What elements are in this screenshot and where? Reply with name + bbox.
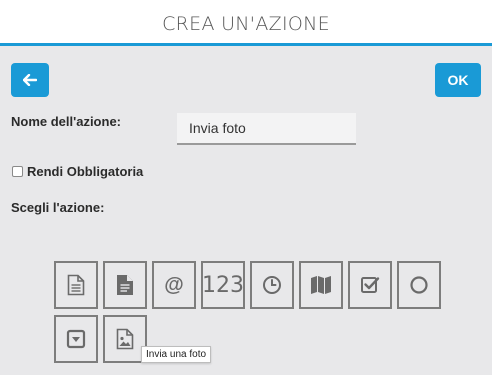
map-icon: [311, 276, 331, 294]
mandatory-checkbox[interactable]: [12, 166, 23, 177]
document-filled-icon: [117, 275, 133, 295]
action-tile-email[interactable]: @: [152, 261, 196, 309]
choose-action-label: Scegli l'azione:: [11, 200, 105, 215]
action-tile-dropdown[interactable]: [54, 315, 98, 363]
arrow-left-icon: [23, 74, 37, 86]
document-outline-icon: [67, 274, 85, 296]
checkbox-icon: [361, 277, 380, 293]
dropdown-icon: [66, 329, 86, 349]
tooltip: Invia una foto: [141, 346, 212, 363]
action-tile-checkbox[interactable]: [348, 261, 392, 309]
action-name-input[interactable]: [177, 113, 356, 145]
number-icon: 123: [202, 272, 244, 298]
action-tile-radio[interactable]: [397, 261, 441, 309]
action-name-label: Nome dell'azione:: [11, 114, 121, 129]
clock-icon: [263, 276, 281, 294]
ok-button[interactable]: OK: [435, 63, 481, 97]
image-icon: [116, 328, 134, 350]
action-tile-document-filled[interactable]: [103, 261, 147, 309]
action-tile-number[interactable]: 123: [201, 261, 245, 309]
action-tile-map[interactable]: [299, 261, 343, 309]
mandatory-label[interactable]: Rendi Obbligatoria: [27, 164, 143, 179]
at-sign-icon: @: [164, 273, 184, 296]
header-bar: CREA UN'AZIONE: [0, 0, 492, 46]
action-tile-document[interactable]: [54, 261, 98, 309]
page-title: CREA UN'AZIONE: [162, 12, 330, 35]
radio-circle-icon: [410, 276, 428, 294]
mandatory-row[interactable]: Rendi Obbligatoria: [12, 164, 143, 179]
back-button[interactable]: [11, 63, 49, 97]
action-tile-time[interactable]: [250, 261, 294, 309]
